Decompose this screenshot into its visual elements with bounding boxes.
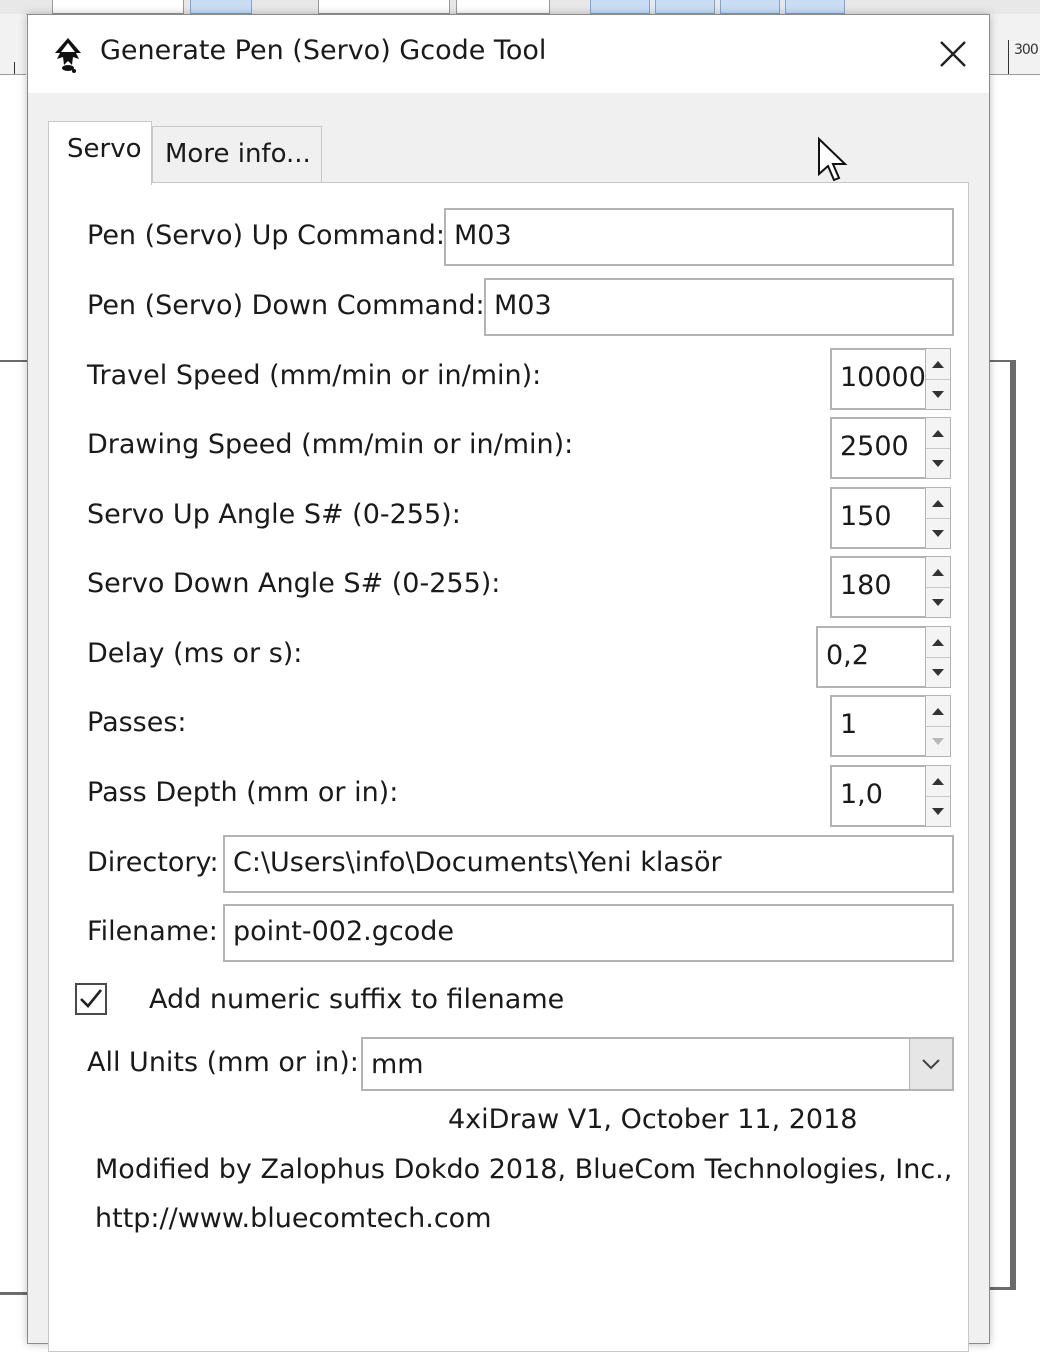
credit-text: Modified by Zalophus Dokdo 2018, BlueCom… [95, 1154, 953, 1185]
arrow-down-icon [932, 668, 944, 676]
arrow-down-icon [932, 807, 944, 815]
servo-up-angle-input[interactable]: 150 [830, 487, 925, 549]
servo-down-angle-spinner: 180 [830, 556, 953, 618]
pen-up-label: Pen (Servo) Up Command: [87, 220, 445, 251]
tab-more-info[interactable]: More info... [152, 126, 322, 182]
units-label: All Units (mm or in): [87, 1047, 359, 1078]
arrow-up-icon [932, 360, 944, 368]
arrow-down-icon [932, 598, 944, 606]
website-link[interactable]: http://www.bluecomtech.com [95, 1203, 492, 1234]
arrow-up-icon [932, 429, 944, 437]
units-dropdown[interactable]: mm [361, 1037, 954, 1091]
filename-input[interactable]: point-002.gcode [223, 904, 954, 962]
background-toolbar-field [318, 0, 450, 14]
arrow-down-icon [932, 529, 944, 537]
decrement-button[interactable] [926, 657, 950, 687]
servo-up-angle-label: Servo Up Angle S# (0-255): [87, 499, 461, 530]
background-toolbar-button [590, 0, 650, 14]
increment-button[interactable] [926, 418, 950, 449]
background-ruler-left [0, 14, 26, 75]
background-ruler-right: 300 [990, 14, 1040, 75]
increment-button[interactable] [926, 557, 950, 588]
background-toolbar-field [456, 0, 550, 14]
passes-input[interactable]: 1 [830, 695, 925, 757]
delay-label: Delay (ms or s): [87, 638, 303, 669]
passes-label: Passes: [87, 707, 187, 738]
travel-speed-label: Travel Speed (mm/min or in/min): [87, 360, 542, 391]
pen-down-label: Pen (Servo) Down Command: [87, 290, 485, 321]
travel-speed-input[interactable]: 10000 [830, 348, 926, 410]
spin-buttons [925, 626, 951, 688]
increment-button[interactable] [926, 627, 950, 658]
increment-button[interactable] [926, 488, 950, 519]
arrow-up-icon [932, 777, 944, 785]
chevron-down-icon [922, 1059, 940, 1070]
background-toolbar-button [720, 0, 780, 14]
directory-input[interactable]: C:\Users\info\Documents\Yeni klasör [223, 835, 954, 893]
spin-buttons [925, 765, 951, 827]
pen-down-command-input[interactable]: M03 [484, 278, 954, 336]
pass-depth-input[interactable]: 1,0 [830, 765, 925, 827]
units-selected-value: mm [371, 1049, 424, 1080]
version-text: 4xiDraw V1, October 11, 2018 [448, 1104, 858, 1135]
arrow-down-icon [932, 737, 944, 745]
background-toolbar [0, 0, 1040, 15]
decrement-button [926, 726, 950, 756]
arrow-up-icon [932, 568, 944, 576]
increment-button[interactable] [926, 349, 950, 380]
arrow-up-icon [932, 707, 944, 715]
background-canvas-right [990, 360, 1016, 1290]
spin-buttons [925, 348, 951, 410]
delay-spinner: 0,2 [816, 626, 953, 688]
delay-input[interactable]: 0,2 [816, 626, 925, 688]
servo-down-angle-input[interactable]: 180 [830, 556, 925, 618]
servo-tab-panel: Pen (Servo) Up Command: M03 Pen (Servo) … [48, 182, 969, 1352]
dialog-title: Generate Pen (Servo) Gcode Tool [100, 35, 547, 66]
servo-up-angle-spinner: 150 [830, 487, 953, 549]
background-canvas-left [0, 360, 28, 1295]
decrement-button[interactable] [926, 379, 950, 409]
arrow-down-icon [932, 390, 944, 398]
mouse-cursor-icon [818, 136, 848, 182]
travel-speed-spinner: 10000 [830, 348, 953, 410]
filename-label: Filename: [87, 916, 218, 947]
numeric-suffix-checkbox[interactable] [75, 983, 107, 1015]
arrow-up-icon [932, 638, 944, 646]
decrement-button[interactable] [926, 796, 950, 826]
background-toolbar-button [785, 0, 845, 14]
pass-depth-spinner: 1,0 [830, 765, 953, 827]
pen-up-command-input[interactable]: M03 [444, 208, 954, 266]
decrement-button[interactable] [926, 448, 950, 478]
generate-gcode-dialog: Generate Pen (Servo) Gcode Tool Servo Mo… [27, 14, 990, 1352]
increment-button[interactable] [926, 696, 950, 727]
background-toolbar-button [655, 0, 715, 14]
ruler-mark: 300 [1014, 42, 1039, 58]
decrement-button[interactable] [926, 587, 950, 617]
spin-buttons [925, 487, 951, 549]
background-toolbar-field [52, 0, 184, 14]
inkscape-icon [55, 38, 81, 73]
tab-servo[interactable]: Servo [48, 121, 152, 185]
drawing-speed-input[interactable]: 2500 [830, 417, 925, 479]
pass-depth-label: Pass Depth (mm or in): [87, 777, 399, 808]
arrow-down-icon [932, 459, 944, 467]
arrow-up-icon [932, 499, 944, 507]
dialog-titlebar[interactable]: Generate Pen (Servo) Gcode Tool [28, 15, 989, 93]
directory-label: Directory: [87, 847, 219, 878]
drawing-speed-spinner: 2500 [830, 417, 953, 479]
checkmark-icon [80, 989, 103, 1008]
background-toolbar-button [190, 0, 252, 14]
spin-buttons [925, 695, 951, 757]
numeric-suffix-label[interactable]: Add numeric suffix to filename [149, 984, 564, 1015]
spin-buttons [925, 556, 951, 618]
drawing-speed-label: Drawing Speed (mm/min or in/min): [87, 429, 574, 460]
spin-buttons [925, 417, 951, 479]
dropdown-button[interactable] [909, 1039, 952, 1089]
close-icon[interactable] [924, 25, 982, 83]
increment-button[interactable] [926, 766, 950, 797]
passes-spinner: 1 [830, 695, 953, 757]
servo-down-angle-label: Servo Down Angle S# (0-255): [87, 568, 501, 599]
decrement-button[interactable] [926, 518, 950, 548]
